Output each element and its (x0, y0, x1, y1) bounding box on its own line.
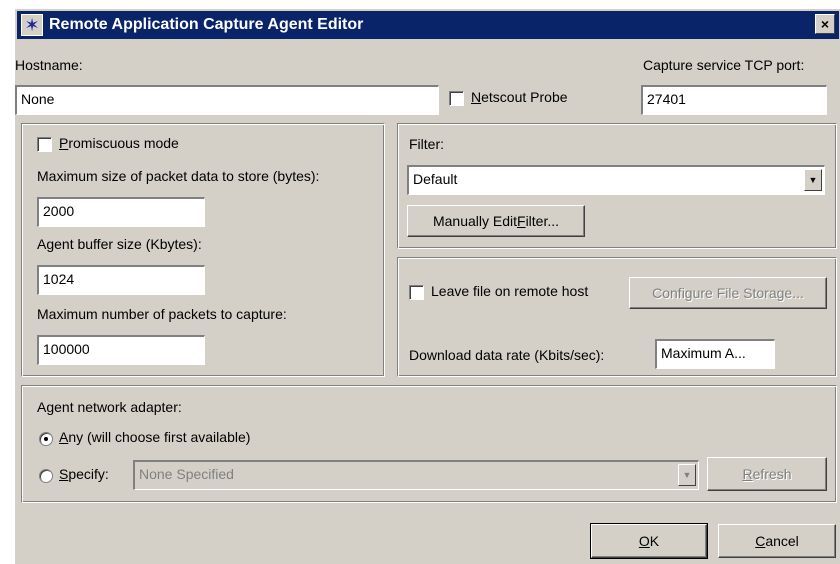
download-rate-label: Download data rate (Kbits/sec): (409, 347, 605, 363)
download-rate-input[interactable]: Maximum A... (655, 339, 775, 369)
close-icon: × (820, 16, 830, 32)
max-size-label: Maximum size of packet data to store (by… (37, 168, 320, 184)
title-bar[interactable]: ✶ Remote Application Capture Agent Edito… (17, 11, 839, 39)
netscout-probe-label: Netscout Probe (471, 89, 568, 105)
promiscuous-mode-checkbox[interactable] (37, 137, 52, 152)
promiscuous-mode-label: Promiscuous mode (59, 135, 179, 151)
refresh-button[interactable]: Refresh (707, 457, 827, 491)
max-packets-input[interactable]: 100000 (37, 335, 205, 365)
dialog-window: ✶ Remote Application Capture Agent Edito… (14, 8, 840, 564)
manually-edit-filter-button[interactable]: Manually Edit Filter... (407, 205, 585, 237)
app-star-icon: ✶ (21, 14, 43, 36)
hostname-input[interactable]: None (15, 85, 439, 115)
adapter-selected-value: None Specified (139, 466, 234, 482)
any-adapter-radio[interactable] (39, 432, 53, 446)
configure-file-storage-button[interactable]: Configure File Storage... (629, 277, 827, 309)
adapter-select[interactable]: None Specified ▼ (133, 460, 699, 490)
buffer-size-label: Agent buffer size (Kbytes): (37, 236, 202, 252)
leave-file-label: Leave file on remote host (431, 283, 589, 299)
filter-select[interactable]: Default ▼ (407, 165, 825, 195)
port-label: Capture service TCP port: (643, 57, 805, 73)
ok-button[interactable]: OK (590, 523, 708, 559)
specify-adapter-label: Specify: (59, 466, 109, 482)
any-adapter-label: Any (will choose first available) (59, 429, 251, 445)
cancel-button[interactable]: Cancel (718, 524, 836, 558)
filter-selected-value: Default (413, 171, 458, 187)
max-packets-label: Maximum number of packets to capture: (37, 306, 287, 322)
chevron-down-icon[interactable]: ▼ (804, 169, 822, 191)
specify-adapter-radio[interactable] (39, 469, 53, 483)
port-input[interactable]: 27401 (641, 85, 827, 115)
window-title: Remote Application Capture Agent Editor (49, 16, 364, 33)
close-button[interactable]: × (815, 14, 835, 34)
adapter-chevron-down-icon[interactable]: ▼ (678, 464, 696, 486)
buffer-size-input[interactable]: 1024 (37, 265, 205, 295)
leave-file-checkbox[interactable] (409, 285, 424, 300)
hostname-label: Hostname: (15, 57, 83, 73)
max-size-input[interactable]: 2000 (37, 197, 205, 227)
netscout-probe-checkbox[interactable] (449, 91, 464, 106)
filter-label: Filter: (409, 136, 444, 152)
adapter-label: Agent network adapter: (37, 399, 182, 415)
